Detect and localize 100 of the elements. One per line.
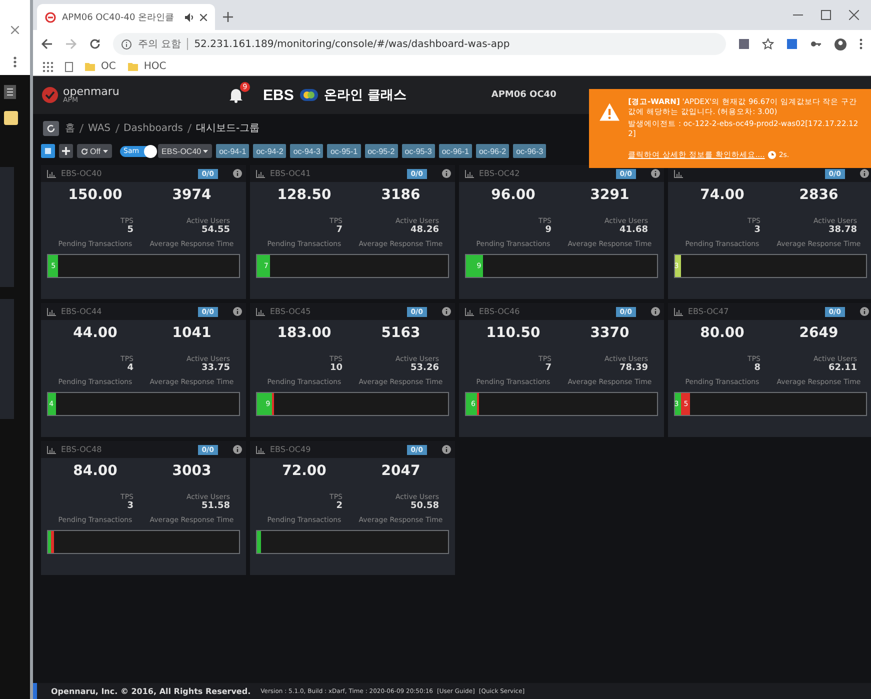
close-icon[interactable] — [200, 14, 207, 20]
brand-name: EBS — [263, 86, 294, 104]
breadcrumb-link[interactable]: 홈 — [65, 121, 75, 135]
info-icon[interactable] — [442, 307, 451, 316]
close-icon[interactable] — [11, 26, 19, 34]
metric-value: 62.11 — [828, 363, 858, 373]
metric-value: 9 — [544, 225, 552, 235]
metric-value: 33.75 — [200, 363, 231, 373]
bookmark-item[interactable]: HOC — [128, 61, 166, 72]
tps-value: 183.00 — [276, 325, 332, 343]
more-icon[interactable] — [859, 38, 863, 50]
metric-value: 7 — [544, 363, 552, 373]
metric-value: 78.39 — [618, 363, 649, 373]
plus-icon[interactable] — [59, 144, 73, 158]
breadcrumb-link[interactable]: WAS — [88, 122, 111, 134]
metric-value: 3 — [126, 501, 134, 511]
users-value: 2047 — [380, 463, 422, 481]
users-value: 5163 — [380, 325, 422, 343]
bar-chart-icon — [47, 170, 56, 178]
info-icon[interactable] — [233, 445, 242, 454]
caret-icon — [203, 150, 208, 152]
server-tag[interactable]: oc-96-2 — [476, 144, 510, 158]
url-text: 52.231.161.189/monitoring/console/#/was/dashboard-was-app — [194, 38, 510, 50]
metric-value: 51.58 — [200, 501, 231, 511]
metric-value: 7 — [335, 225, 344, 235]
metric-value: 10 — [328, 363, 344, 373]
server-name: EBS-OC44 — [61, 307, 102, 316]
refresh-icon — [81, 148, 88, 154]
logo-icon — [41, 86, 59, 104]
bar-chart-icon — [465, 308, 474, 316]
tps-value: 96.00 — [490, 187, 536, 205]
bar-chart-icon — [465, 170, 474, 178]
plus-icon[interactable] — [223, 12, 233, 22]
users-value: 3974 — [171, 187, 212, 205]
address-field[interactable]: 주의 요함 52.231.161.189/monitoring/console/#/was/dashboard-was-app — [113, 33, 726, 55]
users-value: 3291 — [589, 187, 630, 205]
users-value: 3370 — [589, 325, 630, 343]
info-icon[interactable] — [651, 307, 660, 316]
info-icon — [121, 38, 132, 50]
metric-value: 5 — [126, 225, 134, 235]
maximize-icon[interactable] — [821, 10, 831, 20]
metric-value: 3 — [753, 225, 762, 235]
breadcrumb-current: 대시보드-그룹 — [196, 122, 260, 135]
users-value: 2649 — [798, 325, 840, 343]
metric-value: 4 — [126, 363, 134, 373]
server-tag[interactable]: oc-95-2 — [364, 144, 398, 158]
info-icon[interactable] — [442, 445, 451, 454]
security-warning: 주의 요함 — [138, 38, 182, 51]
server-tag[interactable]: oc-94-1 — [216, 144, 250, 158]
metric-value: 48.26 — [410, 225, 440, 235]
metric-value: 53.26 — [410, 363, 440, 373]
bookmark-item[interactable]: OC — [85, 61, 116, 72]
server-name: EBS-OC40 — [61, 169, 102, 178]
star-icon[interactable] — [762, 38, 774, 50]
info-icon[interactable] — [442, 169, 451, 178]
more-icon[interactable] — [13, 56, 17, 68]
reload-icon[interactable] — [89, 38, 101, 50]
browser-tab[interactable]: APM06 OC40-40 온라인클 — [37, 4, 215, 30]
page-icon[interactable] — [65, 62, 73, 72]
back-icon[interactable] — [41, 38, 53, 50]
close-icon[interactable] — [849, 10, 859, 20]
server-name: EBS-OC47 — [688, 307, 729, 316]
tps-value: 74.00 — [699, 187, 746, 205]
info-icon[interactable] — [860, 169, 869, 178]
info-icon[interactable] — [860, 307, 869, 316]
server-tag[interactable]: oc-95-1 — [327, 144, 361, 158]
bar-chart-icon — [47, 308, 56, 316]
bell-icon[interactable] — [229, 88, 243, 102]
stop-icon — [45, 12, 56, 22]
info-icon[interactable] — [651, 169, 660, 178]
bar-chart-icon — [674, 308, 683, 316]
server-tag[interactable]: oc-94-3 — [290, 144, 324, 158]
info-icon[interactable] — [233, 169, 242, 178]
tps-value: 110.50 — [485, 325, 542, 343]
group-dropdown[interactable]: EBS-OC40 — [158, 144, 212, 158]
server-tag[interactable]: oc-96-3 — [513, 144, 546, 158]
bar-chart-icon — [47, 446, 56, 454]
server-tag[interactable]: oc-95-3 — [402, 144, 435, 158]
tps-value: 128.50 — [276, 187, 332, 205]
info-icon[interactable] — [233, 307, 242, 316]
metric-value: 38.78 — [828, 225, 858, 235]
breadcrumb-link[interactable]: Dashboards — [124, 122, 183, 134]
server-tag[interactable]: oc-96-1 — [438, 144, 472, 158]
server-name: EBS-OC41 — [270, 169, 311, 178]
tab-title: APM06 OC40-40 온라인클 — [62, 12, 176, 24]
speaker-icon — [185, 12, 194, 22]
menu-icon[interactable] — [4, 85, 16, 99]
users-value: 3003 — [171, 463, 212, 481]
apps-icon[interactable] — [43, 62, 53, 72]
logo-name: openmaru — [63, 86, 120, 97]
auto-refresh-dropdown[interactable]: Off — [77, 144, 112, 158]
bar-chart-icon — [256, 170, 265, 178]
brand-logo-icon — [300, 89, 318, 101]
tps-value: 150.00 — [67, 187, 124, 205]
tps-value: 72.00 — [281, 463, 328, 481]
refresh-icon[interactable] — [43, 120, 59, 136]
account-icon[interactable] — [834, 38, 847, 50]
tps-value: 44.00 — [72, 325, 118, 343]
server-name: APM06 OC40 — [491, 90, 556, 100]
server-tag[interactable]: oc-94-2 — [253, 144, 286, 158]
